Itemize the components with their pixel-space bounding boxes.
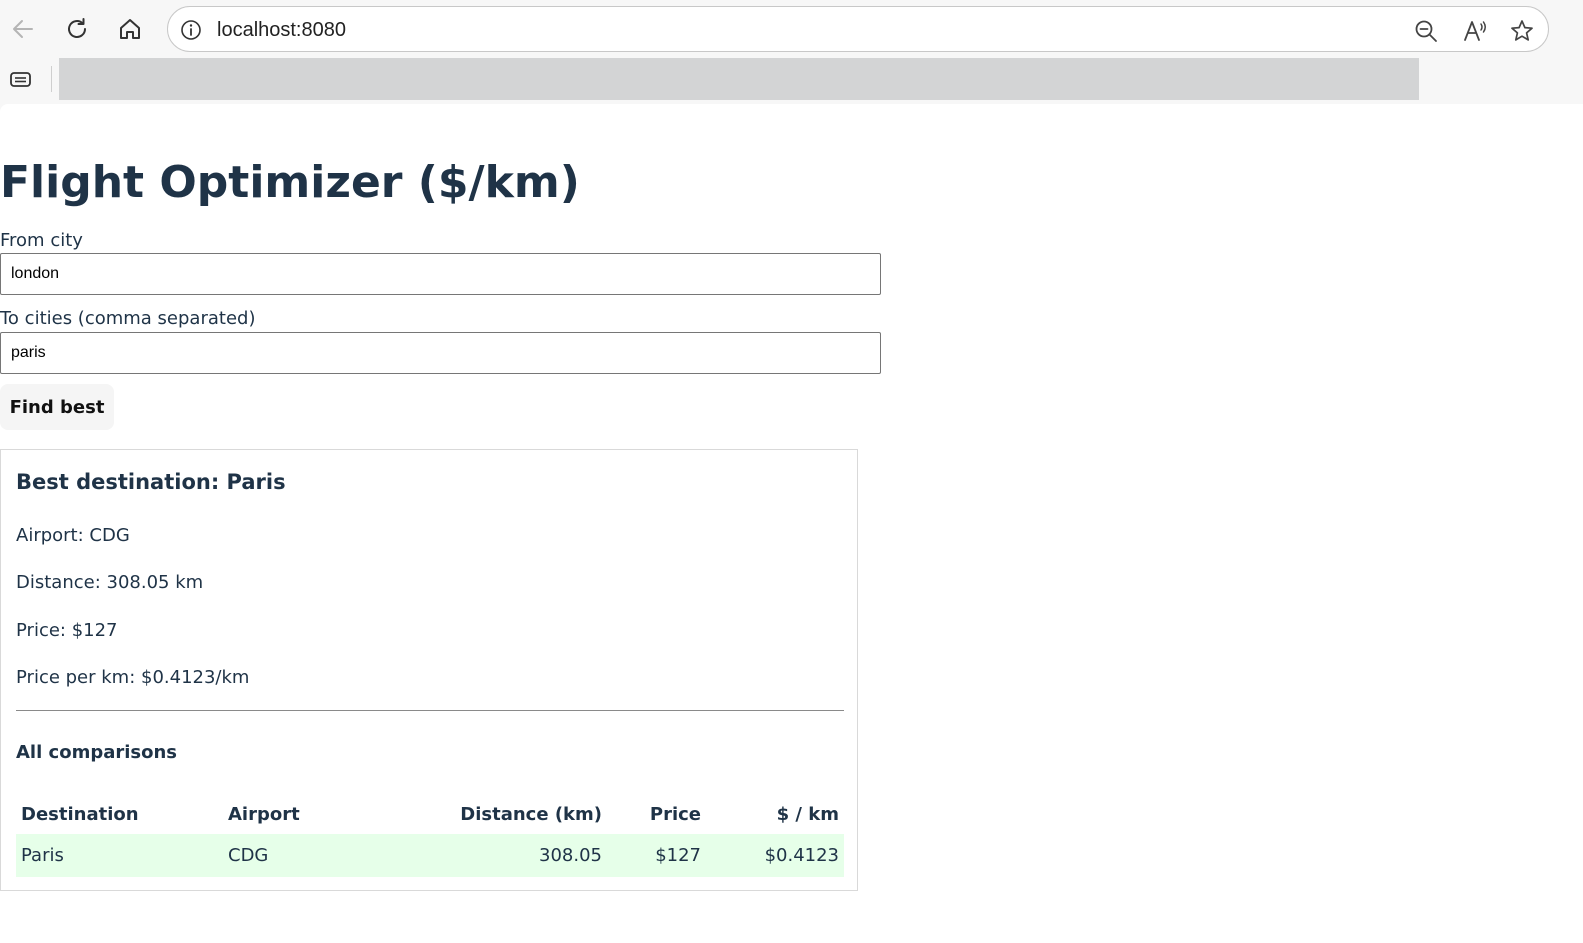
browser-chrome: localhost:8080 [0,0,1583,104]
header-airport: Airport [228,803,300,825]
comparisons-table: Destination Airport Distance (km) Price … [16,794,844,877]
reload-button[interactable] [59,11,95,47]
distance-detail: Distance: 308.05 km [16,572,204,593]
from-city-input[interactable] [0,253,881,295]
airport-detail: Airport: CDG [16,525,130,546]
home-button[interactable] [112,11,148,47]
result-card: Best destination: Paris Airport: CDG Dis… [0,449,858,891]
price-per-km-detail: Price per km: $0.4123/km [16,667,250,688]
header-destination: Destination [21,803,139,825]
header-price: Price [649,803,701,825]
cell-price: $127 [607,834,706,877]
page-title: Flight Optimizer ($/km) [0,157,580,208]
back-arrow-icon [13,20,33,38]
url-text[interactable]: localhost:8080 [217,19,346,41]
to-cities-label: To cities (comma separated) [0,308,256,329]
header-price-per-km: $ / km [776,803,839,825]
comparisons-heading: All comparisons [16,742,178,763]
zoom-out-icon[interactable] [1413,18,1439,44]
page-content: Flight Optimizer ($/km) From city To cit… [0,104,1583,943]
cell-price-per-km: $0.4123 [706,834,844,877]
from-city-label: From city [0,230,83,251]
cell-airport: CDG [223,834,363,877]
table-header-row: Destination Airport Distance (km) Price … [16,794,844,834]
cell-destination: Paris [16,834,223,877]
price-detail: Price: $127 [16,620,118,641]
find-best-button[interactable]: Find best [0,384,114,430]
table-row: Paris CDG 308.05 $127 $0.4123 [16,834,844,877]
info-icon[interactable] [180,19,202,41]
tab-divider [51,66,52,92]
tab-actions-icon[interactable] [8,67,34,93]
star-icon[interactable] [1509,18,1535,44]
read-aloud-icon[interactable] [1462,18,1488,44]
address-bar[interactable]: localhost:8080 [167,6,1549,52]
best-destination-heading: Best destination: Paris [16,470,286,494]
to-cities-input[interactable] [0,332,881,374]
back-button[interactable] [5,11,41,47]
header-distance: Distance (km) [460,803,602,825]
reload-icon [68,18,86,38]
cell-distance: 308.05 [363,834,607,877]
favorites-bar-placeholder [59,58,1419,100]
card-divider [16,710,844,711]
home-icon [120,19,140,39]
